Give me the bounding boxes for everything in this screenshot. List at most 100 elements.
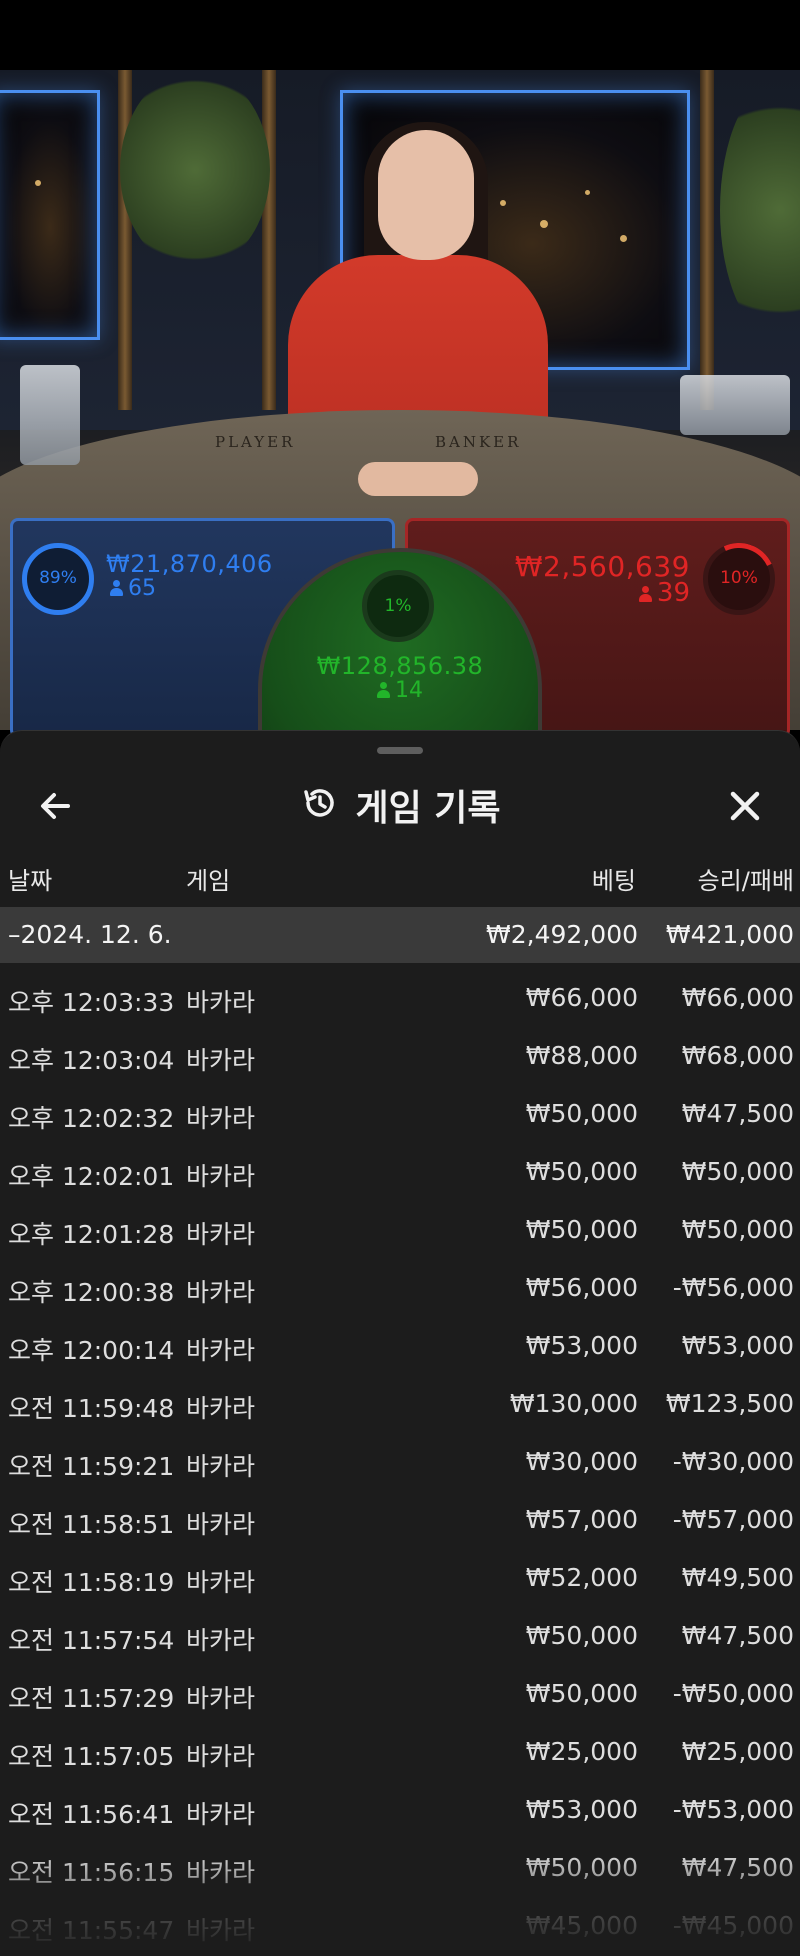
person-icon: [377, 682, 390, 698]
history-list: –2024. 12. 6. ₩2,492,000 ₩421,000 오후 12:…: [0, 907, 800, 1955]
player-count: 65: [110, 576, 156, 601]
history-row[interactable]: 오전 11:57:05 바카라 ₩25,000 ₩25,000: [0, 1723, 800, 1781]
history-row[interactable]: 오전 11:59:48 바카라 ₩130,000 ₩123,500: [0, 1375, 800, 1433]
sheet-header: 게임 기록: [0, 775, 800, 835]
history-row-result: -₩30,000: [672, 1447, 794, 1476]
sparkle: [620, 235, 627, 242]
history-row-time: 오전 11:57:29: [8, 1684, 175, 1713]
history-row-game: 바카라: [186, 1336, 256, 1365]
history-row-result: ₩66,000: [681, 983, 794, 1012]
history-row[interactable]: 오전 11:59:21 바카라 ₩30,000 -₩30,000: [0, 1433, 800, 1491]
history-row[interactable]: 오후 12:00:14 바카라 ₩53,000 ₩53,000: [0, 1317, 800, 1375]
history-row-bet: ₩130,000: [509, 1389, 638, 1418]
history-row-bet: ₩53,000: [525, 1331, 638, 1360]
sparkle: [585, 190, 590, 195]
tie-count-value: 14: [395, 678, 423, 703]
history-row-result: ₩68,000: [681, 1041, 794, 1070]
history-row-game: 바카라: [186, 1568, 256, 1597]
history-row-game: 바카라: [186, 1278, 256, 1307]
history-row[interactable]: 오후 12:02:01 바카라 ₩50,000 ₩50,000: [0, 1143, 800, 1201]
history-row-time: 오후 12:02:32: [8, 1104, 175, 1133]
sparkle: [35, 180, 41, 186]
column-header-game[interactable]: 게임: [186, 861, 230, 896]
history-row-game: 바카라: [186, 1800, 256, 1829]
history-rows: 오후 12:03:33 바카라 ₩66,000 ₩66,000 오후 12:03:04 바…: [0, 969, 800, 1955]
history-row-bet: ₩57,000: [525, 1505, 638, 1534]
history-row[interactable]: 오전 11:58:51 바카라 ₩57,000 -₩57,000: [0, 1491, 800, 1549]
list-fade-overlay: [0, 1851, 800, 1956]
close-icon[interactable]: [720, 781, 770, 831]
history-row-result: ₩53,000: [681, 1331, 794, 1360]
history-row-game: 바카라: [186, 1394, 256, 1423]
banker-count-value: 39: [656, 578, 690, 608]
history-row-time: 오전 11:58:51: [8, 1510, 175, 1539]
history-row-bet: ₩25,000: [525, 1737, 638, 1766]
history-row-bet: ₩50,000: [525, 1215, 638, 1244]
history-row-result: ₩47,500: [681, 1621, 794, 1650]
history-row[interactable]: 오후 12:02:32 바카라 ₩50,000 ₩47,500: [0, 1085, 800, 1143]
history-row-result: ₩25,000: [681, 1737, 794, 1766]
history-row-result: -₩56,000: [672, 1273, 794, 1302]
history-row-bet: ₩50,000: [525, 1679, 638, 1708]
history-row-result: ₩123,500: [665, 1389, 794, 1418]
history-row[interactable]: 오전 11:57:54 바카라 ₩50,000 ₩47,500: [0, 1607, 800, 1665]
person-icon: [638, 586, 652, 602]
history-row-game: 바카라: [186, 1626, 256, 1655]
history-row[interactable]: 오후 12:03:04 바카라 ₩88,000 ₩68,000: [0, 1027, 800, 1085]
history-row[interactable]: 오전 11:58:19 바카라 ₩52,000 ₩49,500: [0, 1549, 800, 1607]
drag-handle[interactable]: [377, 747, 423, 754]
card-shoe: [20, 365, 80, 465]
banker-percent: 10%: [720, 568, 758, 588]
tie-count: 14: [0, 678, 800, 703]
tie-percent: 1%: [384, 596, 412, 616]
history-row-game: 바카라: [186, 988, 256, 1017]
date-group-result-total: ₩421,000: [665, 920, 794, 949]
sparkle: [500, 200, 506, 206]
history-row-game: 바카라: [186, 1742, 256, 1771]
player-percent: 89%: [39, 568, 77, 588]
history-row-result: ₩50,000: [681, 1157, 794, 1186]
dealer-hands: [358, 462, 478, 496]
history-row-bet: ₩50,000: [525, 1157, 638, 1186]
history-row-time: 오전 11:58:19: [8, 1568, 175, 1597]
history-row-time: 오후 12:01:28: [8, 1220, 175, 1249]
plant: [120, 70, 270, 270]
history-row-bet: ₩30,000: [525, 1447, 638, 1476]
dealer-head: [378, 130, 474, 260]
tie-amount: ₩128,856.38: [316, 652, 484, 680]
history-row[interactable]: 오후 12:03:33 바카라 ₩66,000 ₩66,000: [0, 969, 800, 1027]
column-header-date[interactable]: 날짜: [8, 861, 52, 896]
history-row-game: 바카라: [186, 1220, 256, 1249]
history-row-bet: ₩66,000: [525, 983, 638, 1012]
history-row-time: 오전 11:57:54: [8, 1626, 175, 1655]
history-row-time: 오전 11:59:21: [8, 1452, 175, 1481]
history-row-time: 오후 12:00:38: [8, 1278, 175, 1307]
date-group-row[interactable]: –2024. 12. 6. ₩2,492,000 ₩421,000: [0, 907, 800, 963]
history-row-game: 바카라: [186, 1684, 256, 1713]
history-row[interactable]: 오후 12:01:28 바카라 ₩50,000 ₩50,000: [0, 1201, 800, 1259]
history-row-time: 오후 12:00:14: [8, 1336, 175, 1365]
history-row-bet: ₩56,000: [525, 1273, 638, 1302]
history-row-time: 오전 11:56:41: [8, 1800, 175, 1829]
history-row-game: 바카라: [186, 1162, 256, 1191]
person-icon: [110, 580, 123, 596]
history-icon: [299, 783, 339, 827]
history-row-time: 오전 11:59:48: [8, 1394, 175, 1423]
backdrop-screen-left: [0, 90, 100, 340]
table-label-banker: BANKER: [435, 433, 522, 451]
history-row-game: 바카라: [186, 1510, 256, 1539]
column-header-bet[interactable]: 베팅: [592, 861, 636, 896]
history-row-result: -₩53,000: [672, 1795, 794, 1824]
history-row-result: ₩49,500: [681, 1563, 794, 1592]
history-row[interactable]: 오후 12:00:38 바카라 ₩56,000 -₩56,000: [0, 1259, 800, 1317]
history-row-bet: ₩53,000: [525, 1795, 638, 1824]
game-history-sheet: 게임 기록 날짜 게임 베팅 승리/패배 –2024. 12. 6. ₩2,49…: [0, 730, 800, 1956]
column-header-result[interactable]: 승리/패배: [698, 861, 794, 896]
history-row-time: 오전 11:57:05: [8, 1742, 175, 1771]
history-row[interactable]: 오전 11:56:41 바카라 ₩53,000 -₩53,000: [0, 1781, 800, 1839]
history-row[interactable]: 오전 11:57:29 바카라 ₩50,000 -₩50,000: [0, 1665, 800, 1723]
pillar: [700, 70, 714, 410]
history-row-time: 오후 12:03:04: [8, 1046, 175, 1075]
banker-count: 39: [638, 578, 690, 608]
history-row-result: -₩57,000: [672, 1505, 794, 1534]
